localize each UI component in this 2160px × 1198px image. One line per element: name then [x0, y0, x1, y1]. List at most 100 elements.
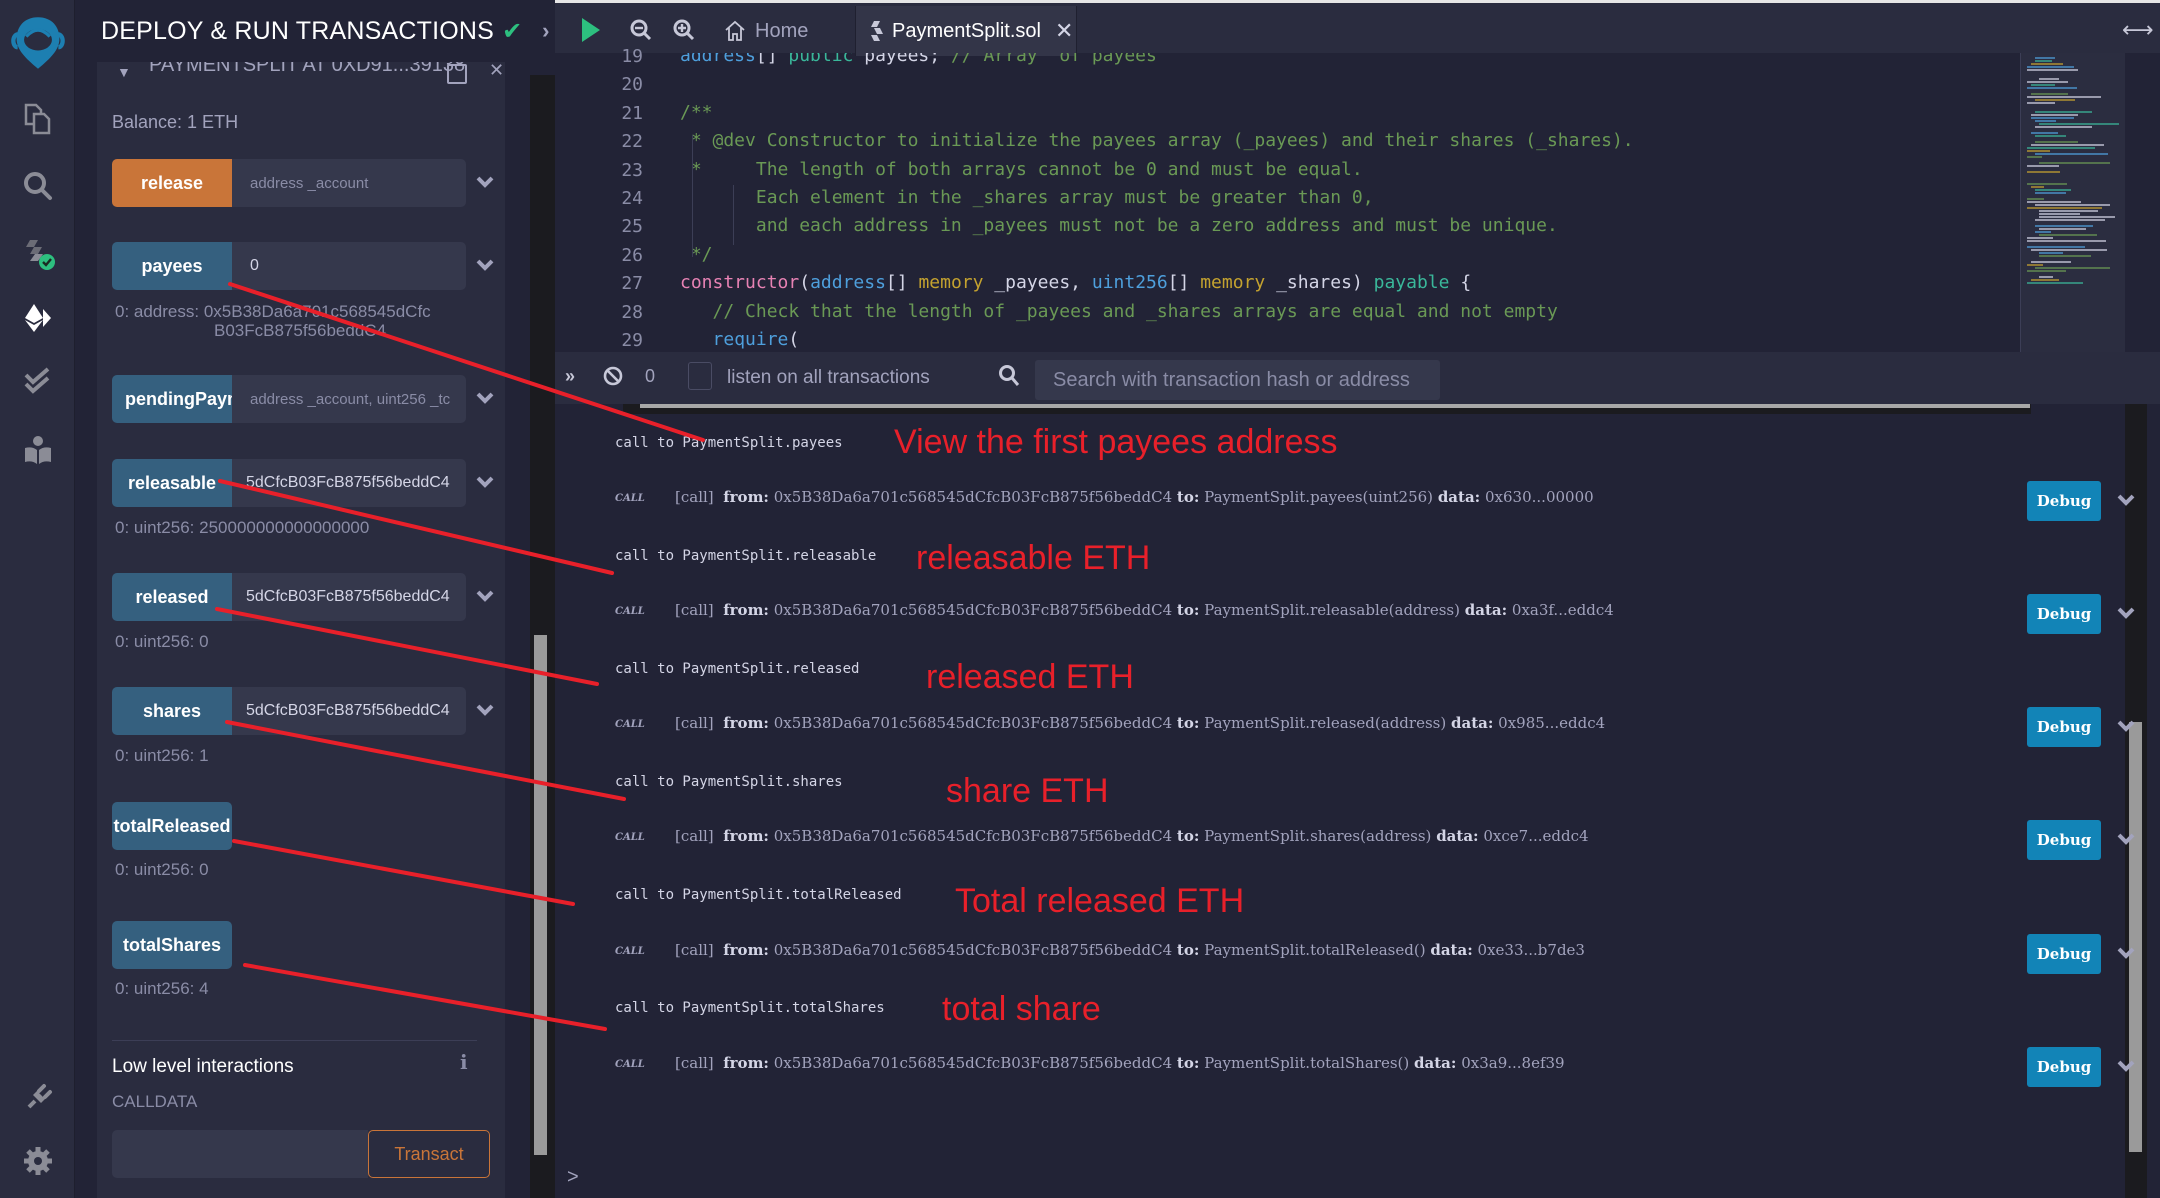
- search-icon[interactable]: [0, 158, 75, 214]
- shares-button[interactable]: shares: [112, 687, 232, 735]
- zoom-out-icon[interactable]: [630, 15, 652, 45]
- terminal-console: » 0 listen on all transactions call to P…: [555, 352, 2160, 1198]
- remix-logo-icon[interactable]: [0, 8, 75, 78]
- chevron-down-icon[interactable]: [2115, 489, 2137, 511]
- debug-button[interactable]: Debug: [2027, 1047, 2101, 1087]
- file-explorer-icon[interactable]: [0, 91, 75, 147]
- contract-instance-header[interactable]: ▼ PAYMENTSPLIT AT 0XD91...39138 ✕: [97, 62, 505, 92]
- deploy-run-icon[interactable]: [0, 290, 75, 346]
- shares-input[interactable]: 5dCfcB03FcB875f56beddC4: [232, 687, 466, 735]
- debug-button[interactable]: Debug: [2027, 707, 2101, 747]
- code-area[interactable]: address[] public payees; // Array of pay…: [680, 53, 1970, 352]
- pendingpayment-input[interactable]: address _account, uint256 _tc: [232, 375, 466, 423]
- transact-button[interactable]: Transact: [368, 1130, 490, 1178]
- console-prompt[interactable]: >: [567, 1166, 579, 1189]
- chevron-down-icon[interactable]: [474, 471, 496, 493]
- to-label: to:: [1176, 827, 1200, 845]
- minimap-line: [2027, 102, 2055, 104]
- minimap-line: [2035, 204, 2111, 206]
- testing-icon[interactable]: [0, 355, 75, 411]
- from-label: from:: [723, 714, 769, 732]
- call-to-label: call to PaymentSplit.totalReleased: [615, 887, 902, 903]
- chevron-down-icon[interactable]: [474, 387, 496, 409]
- info-icon[interactable]: i: [460, 1050, 468, 1074]
- released-button[interactable]: released: [112, 573, 232, 621]
- solidity-compiler-icon[interactable]: [0, 226, 75, 282]
- chevron-down-icon[interactable]: [474, 254, 496, 276]
- plugin-manager-icon[interactable]: [0, 1070, 75, 1126]
- release-button[interactable]: release: [112, 159, 232, 207]
- chevron-down-icon[interactable]: [2115, 828, 2137, 850]
- close-tab-icon[interactable]: ✕: [1055, 18, 1073, 44]
- chevron-down-icon[interactable]: [2115, 602, 2137, 624]
- transaction-log-row[interactable]: CALL [call] from: 0x5B38Da6a701c568545dCf…: [615, 934, 2135, 974]
- transaction-log-row[interactable]: CALL [call] from: 0x5B38Da6a701c568545dCf…: [615, 594, 2135, 634]
- chevron-down-icon[interactable]: [474, 585, 496, 607]
- caret-down-icon[interactable]: ▼: [117, 64, 131, 80]
- to-function: PaymentSplit.shares(address): [1204, 827, 1432, 845]
- releasable-button[interactable]: releasable: [112, 459, 232, 507]
- releasable-input[interactable]: 5dCfcB03FcB875f56beddC4: [232, 459, 466, 507]
- settings-icon[interactable]: [0, 1133, 75, 1189]
- line-number: 22: [621, 131, 643, 153]
- tab-home[interactable]: Home: [723, 6, 808, 56]
- minimap-line: [2031, 279, 2060, 281]
- debug-button[interactable]: Debug: [2027, 934, 2101, 974]
- transaction-log-row[interactable]: CALL [call] from: 0x5B38Da6a701c568545dCf…: [615, 481, 2135, 521]
- minimap-line: [2027, 201, 2082, 203]
- payees-button[interactable]: payees: [112, 242, 232, 290]
- learneth-icon[interactable]: [0, 422, 75, 478]
- tab-paymentsplit-sol[interactable]: PaymentSplit.sol ✕: [855, 6, 1077, 56]
- debug-button[interactable]: Debug: [2027, 594, 2101, 634]
- close-icon[interactable]: ✕: [489, 62, 504, 81]
- copy-icon[interactable]: [447, 64, 467, 84]
- released-input[interactable]: 5dCfcB03FcB875f56beddC4: [232, 573, 466, 621]
- to-label: to:: [1176, 1054, 1200, 1072]
- icon-bar: [0, 0, 75, 1198]
- call-tag: [call]: [675, 1054, 714, 1072]
- minimap-line: [2035, 135, 2066, 137]
- debug-button[interactable]: Debug: [2027, 481, 2101, 521]
- minimap-line: [2031, 132, 2059, 134]
- function-row-released: released 5dCfcB03FcB875f56beddC4: [112, 573, 502, 621]
- pendingpayment-button[interactable]: pendingPayment: [112, 375, 232, 423]
- calldata-input[interactable]: [112, 1130, 368, 1178]
- release-input[interactable]: address _account: [232, 159, 466, 207]
- transaction-log-row[interactable]: CALL [call] from: 0x5B38Da6a701c568545dCf…: [615, 707, 2135, 747]
- totalreleased-button[interactable]: totalReleased: [112, 802, 232, 850]
- debug-button[interactable]: Debug: [2027, 820, 2101, 860]
- chevron-right-icon[interactable]: ›: [542, 18, 549, 44]
- call-badge: CALL: [615, 719, 645, 730]
- minimap-line: [2027, 246, 2086, 248]
- chevron-down-icon[interactable]: [474, 699, 496, 721]
- indent-guide: [692, 135, 693, 257]
- data-label: data:: [1414, 1054, 1457, 1072]
- payees-input[interactable]: 0: [232, 242, 466, 290]
- chevron-down-icon[interactable]: [2115, 715, 2137, 737]
- chevron-down-icon[interactable]: [2115, 942, 2137, 964]
- to-function: PaymentSplit.released(address): [1204, 714, 1447, 732]
- minimap-line: [2027, 156, 2042, 158]
- totalshares-button[interactable]: totalShares: [112, 921, 232, 969]
- transaction-log-row[interactable]: CALL [call] from: 0x5B38Da6a701c568545dCf…: [615, 820, 2135, 860]
- line-number: 28: [621, 301, 643, 323]
- run-script-icon[interactable]: [580, 15, 602, 45]
- zoom-in-icon[interactable]: [673, 15, 695, 45]
- call-to-label: call to PaymentSplit.totalShares: [615, 1000, 885, 1016]
- to-label: to:: [1176, 601, 1200, 619]
- minimap-line: [2027, 282, 2083, 284]
- transaction-log-row[interactable]: CALL [call] from: 0x5B38Da6a701c568545dCf…: [615, 1047, 2135, 1087]
- call-tag: [call]: [675, 827, 714, 845]
- code-line: */: [680, 243, 713, 265]
- code-minimap[interactable]: [2020, 53, 2125, 352]
- line-number: 25: [621, 216, 643, 238]
- expand-horizontal-icon[interactable]: ⟷: [2122, 17, 2154, 43]
- annotation-label: share ETH: [946, 772, 1109, 810]
- chevron-down-icon[interactable]: [2115, 1055, 2137, 1077]
- chevron-down-icon[interactable]: [474, 171, 496, 193]
- panel-header: DEPLOY & RUN TRANSACTIONS ✔ ›: [75, 0, 555, 62]
- from-address: 0x5B38Da6a701c568545dCfcB03FcB875f56bedd…: [773, 488, 1173, 506]
- annotation-label: releasable ETH: [916, 539, 1151, 577]
- panel-scrollbar-thumb[interactable]: [534, 635, 547, 1155]
- code-line: // Check that the length of _payees and …: [680, 300, 1558, 322]
